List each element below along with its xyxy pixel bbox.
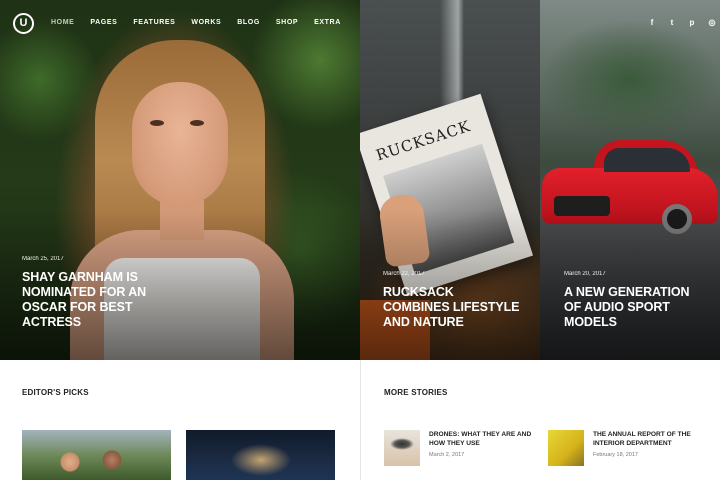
nav-item-blog[interactable]: BLOG <box>237 19 260 26</box>
story-item: DRONES: WHAT THEY ARE AND HOW THEY USE M… <box>384 430 534 470</box>
post-title-link[interactable]: A NEW GENERATION OF AUDIO SPORT MODELS <box>564 285 704 330</box>
post-date: March 22, 2017 <box>383 271 425 277</box>
story-thumbnail[interactable] <box>548 430 584 466</box>
story-item: THE ANNUAL REPORT OF THE INTERIOR DEPART… <box>548 430 698 470</box>
facebook-icon[interactable]: f <box>648 18 656 27</box>
column-divider <box>360 360 361 480</box>
dribbble-icon[interactable]: ◎ <box>708 18 716 27</box>
site-logo[interactable]: U <box>13 13 34 34</box>
hero-caption-3: March 20, 2017 A NEW GENERATION OF AUDIO… <box>564 271 704 330</box>
nav-item-home[interactable]: HOME <box>51 19 74 26</box>
nav-item-extra[interactable]: EXTRA <box>314 19 341 26</box>
post-title-link[interactable]: SHAY GARNHAM IS NOMINATED FOR AN OSCAR F… <box>22 270 192 330</box>
car-window <box>604 148 690 172</box>
post-date: March 20, 2017 <box>564 271 606 277</box>
hero-caption-1: March 25, 2017 SHAY GARNHAM IS NOMINATED… <box>22 256 192 330</box>
main-nav: HOME PAGES FEATURES WORKS BLOG SHOP EXTR… <box>51 19 341 26</box>
editors-pick-thumbnail[interactable] <box>186 430 335 480</box>
pinterest-icon[interactable]: p <box>688 18 696 27</box>
portrait-eye <box>190 120 204 126</box>
story-title-link[interactable]: THE ANNUAL REPORT OF THE INTERIOR DEPART… <box>593 430 703 448</box>
hero-section: RUCKSACK U HOME PAGES FEATURES WORKS BLO… <box>0 0 720 360</box>
story-title-link[interactable]: DRONES: WHAT THEY ARE AND HOW THEY USE <box>429 430 539 448</box>
story-date: February 18, 2017 <box>593 452 638 458</box>
editors-pick-thumbnail[interactable] <box>22 430 171 480</box>
social-links: f t p ◎ <box>648 18 716 27</box>
story-thumbnail[interactable] <box>384 430 420 466</box>
hero-caption-2: March 22, 2017 RUCKSACK COMBINES LIFESTY… <box>383 271 523 330</box>
story-date: March 2, 2017 <box>429 452 465 458</box>
nav-item-shop[interactable]: SHOP <box>276 19 298 26</box>
nav-item-features[interactable]: FEATURES <box>133 19 175 26</box>
post-date: March 25, 2017 <box>22 256 64 262</box>
post-title-link[interactable]: RUCKSACK COMBINES LIFESTYLE AND NATURE <box>383 285 523 330</box>
nav-item-pages[interactable]: PAGES <box>90 19 117 26</box>
portrait-face <box>132 82 228 206</box>
portrait-eye <box>150 120 164 126</box>
nav-item-works[interactable]: WORKS <box>191 19 221 26</box>
more-stories-heading: MORE STORIES <box>384 388 448 397</box>
twitter-icon[interactable]: t <box>668 18 676 27</box>
editors-picks-heading: EDITOR'S PICKS <box>22 388 89 397</box>
